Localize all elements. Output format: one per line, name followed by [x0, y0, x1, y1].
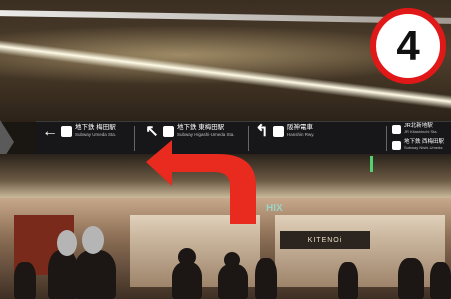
- step-number-badge: 4: [370, 8, 446, 84]
- station-photo: ← 地下鉄 梅田駅 Subway Umeda Sta. ↖ 地下鉄 東梅田駅 S…: [0, 0, 451, 299]
- red-turn-arrow-shape: [146, 140, 256, 224]
- step-number: 4: [396, 22, 420, 69]
